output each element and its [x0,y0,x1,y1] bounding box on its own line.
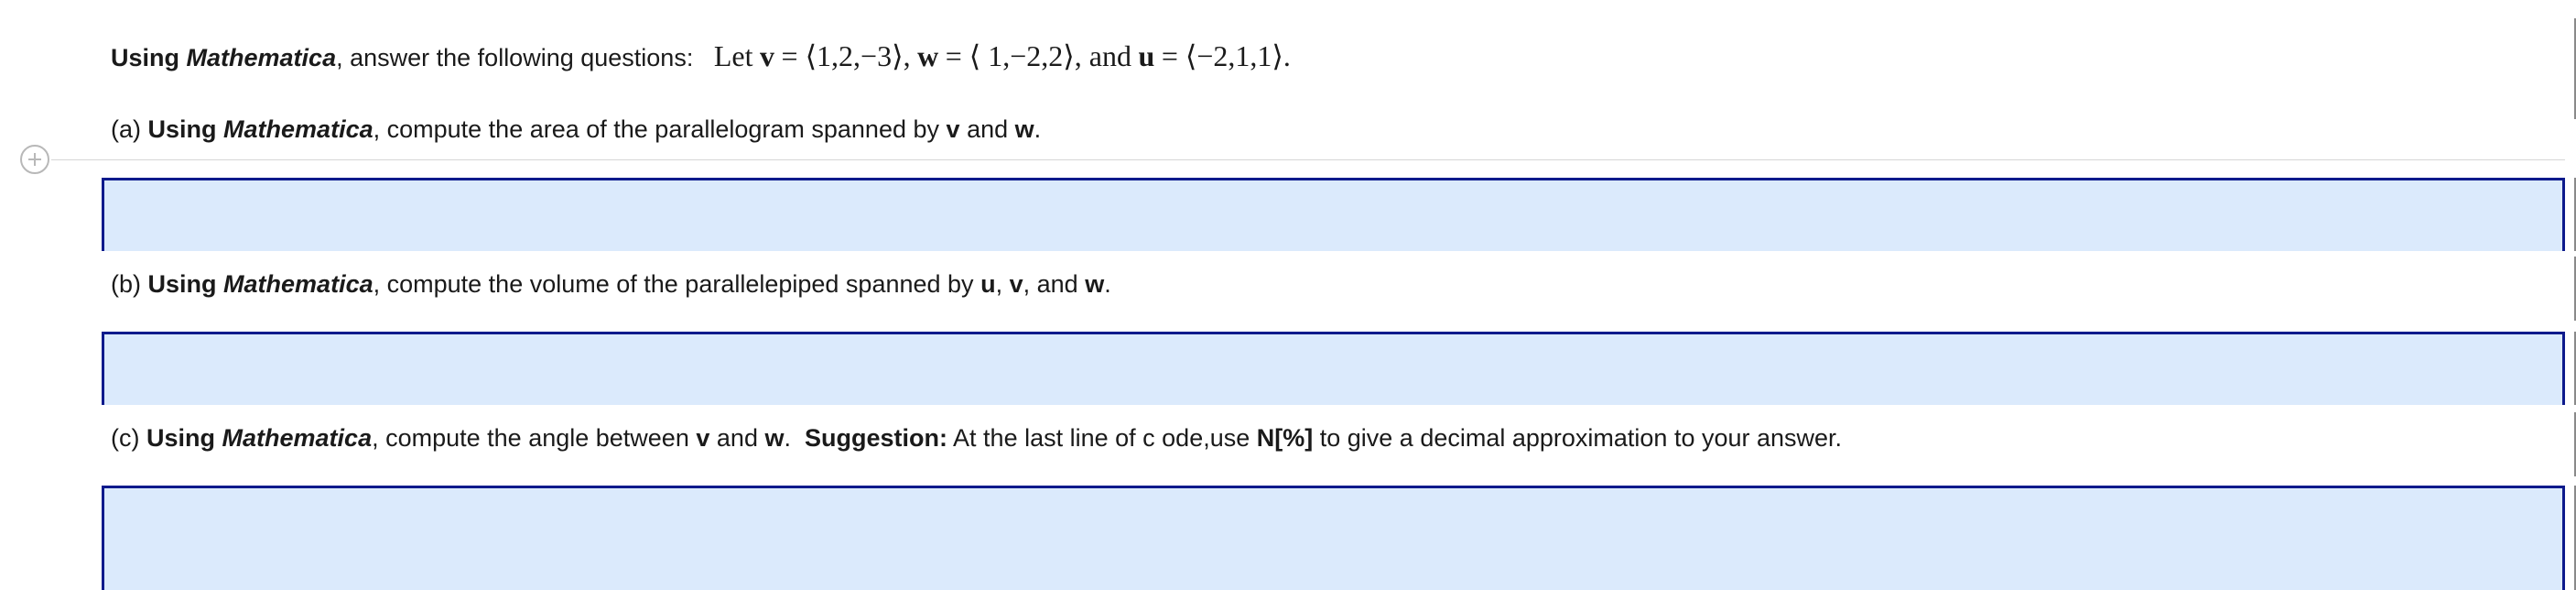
cell-bracket[interactable] [2567,486,2576,590]
question-b: (b) Using Mathematica, compute the volum… [111,268,1111,300]
question-text: , compute the area of the parallelogram … [373,115,939,143]
question-text: , compute the volume of the parallelepip… [373,270,974,298]
using-bold: Using [147,115,217,143]
using-bold: Using [111,44,180,71]
instructions-line: Using Mathematica, answer the following … [111,40,1291,73]
math-let: Let [713,39,753,72]
answer-input-cell-c[interactable] [102,486,2565,590]
conjunction-text: and [716,424,758,452]
vector-w: w [1014,115,1034,143]
insert-cell-button[interactable] [20,145,49,174]
cell-bracket[interactable] [2567,257,2576,321]
question-text: , compute the angle between [372,424,689,452]
suggestion-text: At the last line of c ode,use [947,424,1257,452]
vector-u-value: = ⟨−2,1,1⟩. [1161,39,1291,72]
cell-bracket[interactable] [2567,412,2576,476]
cell-insertion-line [51,159,2565,160]
suggestion-end: to give a decimal approximation to your … [1313,424,1843,452]
using-bold: Using [146,424,216,452]
mathematica-name: Mathematica [223,115,373,143]
question-label: (c) [111,424,140,452]
vector-w: w [1085,270,1105,298]
using-bold: Using [147,270,217,298]
vector-v: v [760,39,774,72]
question-a: (a) Using Mathematica, compute the area … [111,114,1041,145]
vector-w-value: = ⟨ 1,−2,2⟩, and [945,39,1131,72]
comma-and: , and [1023,270,1078,298]
vector-v: v [946,115,960,143]
period: . [1104,270,1111,298]
vector-v: v [1009,270,1023,298]
vector-v-value: = ⟨1,2,−3⟩, [781,39,911,72]
cell-bracket[interactable] [2567,178,2576,251]
vector-u: u [980,270,996,298]
question-c: (c) Using Mathematica, compute the angle… [111,422,1842,453]
period: . [784,424,792,452]
question-label: (a) [111,115,141,143]
mathematica-name: Mathematica [223,270,373,298]
vector-v: v [696,424,710,452]
suggestion-label: Suggestion: [805,424,948,452]
comma: , [995,270,1003,298]
vector-w: w [764,424,785,452]
question-label: (b) [111,270,141,298]
vector-u: u [1138,39,1155,72]
answer-input-cell-b[interactable] [102,332,2565,405]
period: . [1034,115,1042,143]
cell-bracket[interactable] [2567,18,2576,119]
answer-input-cell-a[interactable] [102,178,2565,251]
mathematica-name: Mathematica [186,44,337,71]
vector-w: w [917,39,939,72]
mathematica-name: Mathematica [222,424,373,452]
conjunction-text: and [967,115,1009,143]
intro-text: , answer the following questions: [336,44,694,71]
cell-bracket[interactable] [2567,332,2576,405]
code-snippet: N[%] [1256,424,1314,452]
